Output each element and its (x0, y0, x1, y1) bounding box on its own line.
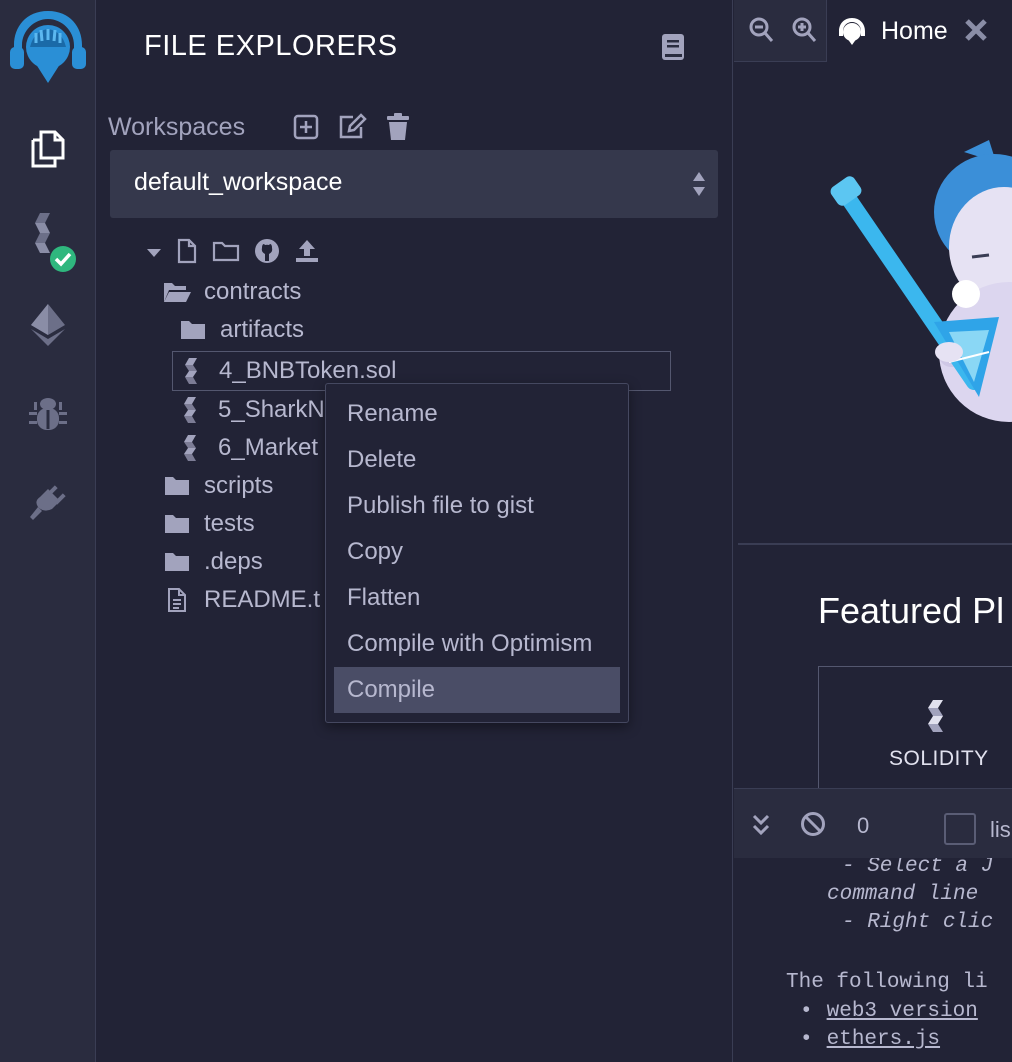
tree-item-readme[interactable]: README.t (162, 582, 320, 618)
folder-icon (162, 475, 192, 497)
remix-ide: FILE EXPLORERS Workspaces default_worksp… (0, 0, 1012, 1062)
terminal-line: - Select a J (842, 858, 994, 878)
upload-icon[interactable] (294, 238, 320, 269)
close-tab-icon[interactable] (963, 17, 989, 48)
text-file-icon (162, 587, 192, 613)
solidity-file-icon (177, 357, 207, 385)
rename-workspace-icon[interactable] (335, 112, 369, 142)
zoom-in-icon[interactable] (791, 16, 817, 49)
tree-item-label: 4_BNBToken.sol (219, 357, 397, 384)
terminal-output: - Select a J command line - Right clic T… (734, 858, 1012, 1062)
folder-icon (178, 319, 208, 341)
listen-network-checkbox[interactable] (944, 813, 976, 845)
menu-item-rename[interactable]: Rename (334, 391, 620, 437)
workspace-actions (289, 112, 415, 142)
featured-plugin-solidity-card[interactable]: SOLIDITY (818, 666, 1012, 806)
solidity-file-icon (176, 396, 206, 424)
tree-item-label: 5_SharkN (218, 396, 325, 423)
tree-item-contracts[interactable]: contracts (162, 274, 301, 310)
workspaces-label: Workspaces (108, 113, 246, 141)
solidity-card-label: SOLIDITY (889, 747, 989, 770)
workspace-select[interactable]: default_workspace (110, 150, 718, 218)
menu-item-publish-gist[interactable]: Publish file to gist (334, 483, 620, 529)
minimize-terminal-icon[interactable] (751, 813, 771, 842)
tree-item-label: README.t (204, 586, 321, 613)
documentation-icon[interactable] (660, 32, 686, 67)
terminal-toolbar: 0 lis (734, 788, 1012, 858)
section-divider (738, 543, 1012, 545)
solidity-file-icon (176, 434, 206, 462)
deploy-run-icon[interactable] (0, 290, 96, 360)
solidity-icon (925, 699, 947, 738)
tree-item-tests[interactable]: tests (162, 506, 255, 542)
clear-console-icon[interactable] (800, 811, 826, 842)
workspace-selected-value: default_workspace (134, 168, 343, 196)
terminal-line: - Right clic (842, 911, 994, 934)
folder-open-icon (162, 280, 192, 304)
panel-title: FILE EXPLORERS (144, 30, 398, 62)
delete-workspace-icon[interactable] (381, 112, 415, 142)
tree-item-label: scripts (204, 472, 274, 499)
tab-home[interactable]: Home (826, 0, 1012, 62)
terminal-list-item: • ethers.js (800, 1028, 941, 1051)
tree-item-6-market[interactable]: 6_Market (176, 430, 318, 466)
create-workspace-icon[interactable] (289, 112, 323, 142)
tree-item-label: contracts (204, 278, 302, 305)
featured-plugins-heading: Featured Pl (818, 590, 1005, 631)
tree-item-artifacts[interactable]: artifacts (178, 312, 304, 348)
tree-item-scripts[interactable]: scripts (162, 468, 273, 504)
collapse-caret-icon[interactable] (146, 245, 162, 263)
menu-item-compile[interactable]: Compile (334, 667, 620, 713)
menu-item-flatten[interactable]: Flatten (334, 575, 620, 621)
remix-mascot-illustration (734, 62, 1012, 542)
tree-item-label: artifacts (220, 316, 305, 343)
menu-item-compile-optimism[interactable]: Compile with Optimism (334, 621, 620, 667)
plugin-manager-icon[interactable] (0, 466, 96, 536)
icon-panel (0, 0, 96, 1062)
new-file-icon[interactable] (176, 238, 198, 269)
menu-item-copy[interactable]: Copy (334, 529, 620, 575)
terminal-line: The following li (786, 971, 988, 994)
remix-logo-icon[interactable] (0, 8, 96, 83)
folder-icon (162, 513, 192, 535)
terminal-line: command line (827, 883, 979, 906)
menu-item-delete[interactable]: Delete (334, 437, 620, 483)
solidity-compiler-icon[interactable] (0, 206, 96, 276)
remix-home-icon (836, 16, 868, 51)
github-icon[interactable] (254, 238, 280, 269)
tree-item-label: .deps (204, 548, 263, 575)
zoom-out-icon[interactable] (748, 16, 774, 49)
listen-network-label: lis (990, 817, 1011, 842)
tab-home-label: Home (881, 17, 948, 45)
terminal-list-item: • web3 version (800, 1000, 978, 1023)
debugger-icon[interactable] (0, 378, 96, 448)
file-context-menu: Rename Delete Publish file to gist Copy … (325, 383, 629, 723)
pending-tx-count: 0 (857, 813, 870, 838)
ethers-js-link[interactable]: ethers.js (827, 1028, 940, 1051)
folder-icon (162, 551, 192, 573)
select-arrows-icon (692, 170, 706, 203)
file-tree-toolbar (146, 238, 320, 269)
tree-item-label: tests (204, 510, 255, 537)
tab-bar: Home (734, 0, 1012, 62)
new-folder-icon[interactable] (212, 239, 240, 268)
tree-item-label: 6_Market (218, 434, 319, 461)
tree-item-deps[interactable]: .deps (162, 544, 263, 580)
main-panel: Home Featured Pl SOLIDITY 0 lis - Select… (734, 0, 1012, 1062)
web3-version-link[interactable]: web3 version (827, 1000, 978, 1023)
tree-item-5-sharkn[interactable]: 5_SharkN (176, 392, 325, 428)
file-explorers-icon[interactable] (0, 114, 96, 184)
